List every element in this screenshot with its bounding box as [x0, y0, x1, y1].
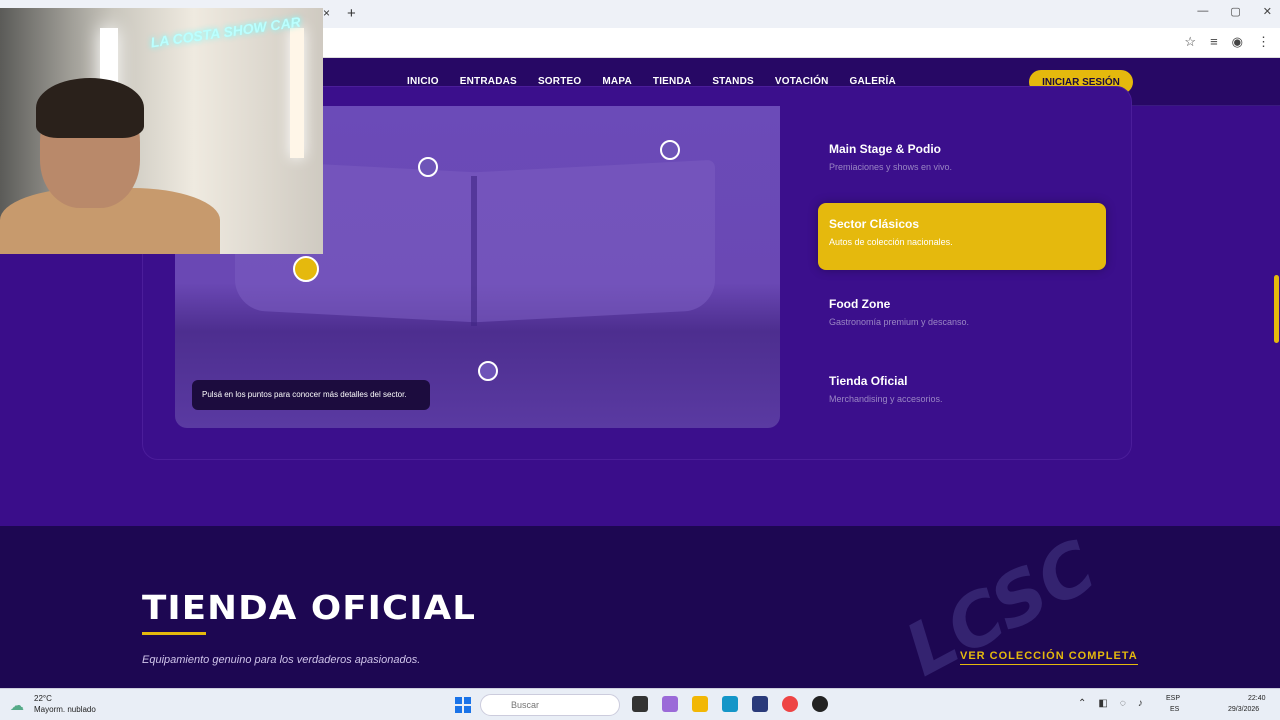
neon-sign: LA COSTA SHOW CAR	[149, 13, 302, 51]
chevron-up-icon[interactable]: ⌃	[1078, 698, 1086, 709]
maximize-icon[interactable]: ▢	[1230, 5, 1240, 18]
store-subtitle: Equipamiento genuino para los verdaderos…	[142, 654, 421, 666]
chrome-icon[interactable]	[782, 696, 798, 712]
wifi-icon[interactable]: ◌	[1120, 698, 1126, 709]
minimize-icon[interactable]: —	[1197, 5, 1208, 18]
taskbar-search-input[interactable]	[480, 694, 620, 716]
sector-title: Food Zone	[829, 297, 891, 311]
map-pin-tienda[interactable]	[660, 140, 680, 160]
tray-app-icon[interactable]: ◧	[1098, 698, 1107, 709]
sector-title: Sector Clásicos	[829, 217, 920, 231]
keyboard-layout[interactable]: ES	[1170, 706, 1179, 713]
webcam-overlay: LA COSTA SHOW CAR	[0, 8, 323, 254]
mic-icon[interactable]: ♪	[1138, 698, 1143, 709]
start-menu-icon[interactable]	[455, 697, 471, 713]
webcam-light	[290, 28, 304, 158]
sector-item-food-zone[interactable]: Food Zone Gastronomía premium y descanso…	[818, 283, 1106, 350]
weather-icon[interactable]: ☁	[10, 697, 24, 714]
sector-item-main-stage[interactable]: Main Stage & Podio Premiaciones y shows …	[818, 128, 1106, 195]
view-collection-link[interactable]: VER COLECCIÓN COMPLETA	[960, 650, 1138, 665]
clock-time[interactable]: 22:40	[1248, 695, 1266, 702]
file-explorer-icon[interactable]	[692, 696, 708, 712]
sector-desc: Premiaciones y shows en vivo.	[829, 162, 953, 172]
sector-item-tienda[interactable]: Tienda Oficial Merchandising y accesorio…	[818, 360, 1106, 427]
profile-icon[interactable]: ◉	[1232, 34, 1243, 50]
menu-kebab-icon[interactable]: ⋮	[1257, 34, 1270, 50]
weather-description: Mayorm. nublado	[34, 705, 96, 714]
sector-desc: Gastronomía premium y descanso.	[829, 317, 970, 327]
page-scrollbar[interactable]	[1274, 275, 1279, 343]
clock-date[interactable]: 29/3/2026	[1228, 706, 1259, 713]
bookmark-star-icon[interactable]: ☆	[1184, 34, 1196, 50]
title-underline	[142, 632, 206, 635]
sector-desc: Merchandising y accesorios.	[829, 394, 943, 404]
tab-close-icon[interactable]: ×	[323, 6, 330, 20]
weather-temperature: 22°C	[34, 694, 52, 703]
map-hint-tooltip: Pulsá en los puntos para conocer más det…	[192, 380, 430, 410]
sector-title: Main Stage & Podio	[829, 142, 942, 156]
store-section: LCSC TIENDA OFICIAL Equipamiento genuino…	[0, 526, 1280, 688]
map-artwork-right	[475, 159, 715, 323]
task-view-icon[interactable]	[632, 696, 648, 712]
edge-icon[interactable]	[722, 696, 738, 712]
map-pin-clasicos[interactable]	[293, 256, 319, 282]
system-tray: ⌃ ◧ ◌ ♪	[1078, 698, 1143, 709]
map-pin-food[interactable]	[478, 361, 498, 381]
webcam-person-hair	[36, 78, 144, 138]
store-title: TIENDA OFICIAL	[142, 588, 477, 627]
close-window-icon[interactable]: ✕	[1263, 5, 1272, 18]
new-tab-icon[interactable]: +	[347, 5, 356, 22]
map-artwork-spine	[471, 176, 477, 326]
language-code[interactable]: ESP	[1166, 695, 1180, 702]
window-controls: — ▢ ✕	[1197, 5, 1272, 18]
app-icon[interactable]	[812, 696, 828, 712]
sector-title: Tienda Oficial	[829, 374, 908, 388]
map-pin-main-stage[interactable]	[418, 157, 438, 177]
toolbar-icons: ☆ ≡ ◉ ⋮	[1184, 34, 1270, 50]
store-app-icon[interactable]	[752, 696, 768, 712]
copilot-icon[interactable]	[662, 696, 678, 712]
taskbar-apps	[632, 696, 828, 712]
os-taskbar: ☁ 22°C Mayorm. nublado ⌕ ⌃ ◧ ◌ ♪ ESP ES …	[0, 688, 1280, 720]
sector-item-clasicos[interactable]: Sector Clásicos Autos de colección nacio…	[818, 203, 1106, 270]
reading-list-icon[interactable]: ≡	[1210, 34, 1218, 50]
sector-desc: Autos de colección nacionales.	[829, 237, 953, 247]
